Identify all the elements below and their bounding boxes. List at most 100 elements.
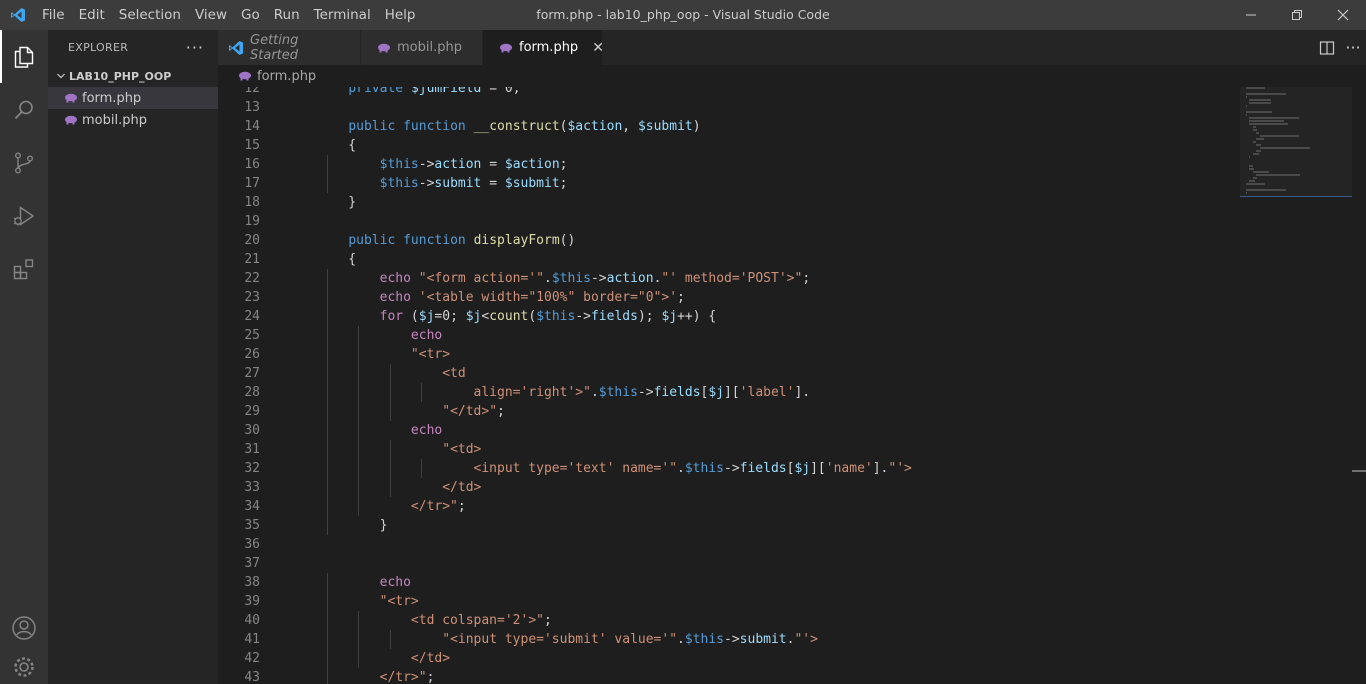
code-line: 27 <td xyxy=(218,364,912,383)
menu-go[interactable]: Go xyxy=(234,0,267,30)
line-number: 41 xyxy=(244,632,260,647)
file-item-mobil-php[interactable]: mobil.php xyxy=(48,109,218,131)
code-text: public function displayForm() xyxy=(348,233,576,248)
folder-lab10-php-oop[interactable]: LAB10_PHP_OOP xyxy=(48,65,218,87)
restore-button[interactable] xyxy=(1274,0,1320,30)
line-number: 14 xyxy=(244,119,260,134)
code-line: 31 "<td> xyxy=(218,440,912,459)
minimap-slider[interactable] xyxy=(1240,87,1352,197)
line-number: 43 xyxy=(244,670,260,684)
menu-view[interactable]: View xyxy=(188,0,234,30)
code-text: <td colspan='2'>"; xyxy=(317,611,552,630)
tab-mobil-php[interactable]: mobil.php xyxy=(361,30,483,65)
menu-terminal[interactable]: Terminal xyxy=(307,0,378,30)
code-text: { xyxy=(317,138,357,153)
breadcrumb-file[interactable]: form.php xyxy=(257,69,316,84)
title-bar: File Edit Selection View Go Run Terminal… xyxy=(0,0,1366,30)
split-editor-button[interactable] xyxy=(1314,40,1340,56)
folder-label: LAB10_PHP_OOP xyxy=(69,69,172,83)
tab-label: Getting Started xyxy=(250,32,299,63)
code-text: </tr>"; xyxy=(317,497,466,516)
more-actions-icon[interactable]: ··· xyxy=(1340,38,1366,57)
code-line: 25 echo xyxy=(218,326,912,345)
run-debug-activity[interactable] xyxy=(0,189,48,242)
code-text: private $jumField = 0; xyxy=(348,87,521,96)
line-number: 28 xyxy=(244,385,260,400)
line-number: 24 xyxy=(244,309,260,324)
code-line: 29 "</td>"; xyxy=(218,402,912,421)
close-tab-icon[interactable]: ✕ xyxy=(592,40,604,56)
source-control-activity[interactable] xyxy=(0,136,48,189)
close-icon xyxy=(1337,9,1349,21)
code-line: 33 </td> xyxy=(218,478,912,497)
menu-edit[interactable]: Edit xyxy=(72,0,112,30)
restore-icon xyxy=(1292,10,1302,20)
window-controls xyxy=(1228,0,1366,30)
activity-bar xyxy=(0,30,48,684)
code-text: <td xyxy=(317,364,466,383)
accounts-activity[interactable] xyxy=(0,601,48,654)
tab-getting-started[interactable]: Getting Started xyxy=(218,30,361,65)
activity-bar-bottom xyxy=(0,601,48,684)
menu-run[interactable]: Run xyxy=(267,0,307,30)
tab-form-php[interactable]: form.php ✕ xyxy=(483,30,604,65)
code-line: 38 echo xyxy=(218,573,912,592)
code-lines: 12 private $jumField = 0; 13 14 public fun… xyxy=(218,87,912,684)
code-text: </td> xyxy=(317,478,482,497)
explorer-activity[interactable] xyxy=(0,30,48,83)
code-editor[interactable]: 12 private $jumField = 0; 13 14 public fun… xyxy=(218,87,1366,684)
minimize-button[interactable] xyxy=(1228,0,1274,30)
code-line: 18 } xyxy=(218,193,912,212)
file-item-form-php[interactable]: form.php xyxy=(48,87,218,109)
code-text: "<tr> xyxy=(260,345,450,364)
menu-bar: File Edit Selection View Go Run Terminal… xyxy=(35,0,422,30)
code-text: } xyxy=(317,516,388,535)
code-line: 43 </tr>"; xyxy=(218,668,912,684)
code-text: echo xyxy=(260,326,442,345)
line-number: 27 xyxy=(244,366,260,381)
more-actions-icon[interactable]: ··· xyxy=(186,38,204,57)
code-text: align='right'>".$this->fields[$j]['label… xyxy=(317,383,811,402)
vscode-logo-icon xyxy=(228,40,244,56)
line-number: 36 xyxy=(244,537,260,552)
manage-activity[interactable] xyxy=(0,654,48,684)
code-text: echo xyxy=(260,421,442,440)
menu-selection[interactable]: Selection xyxy=(112,0,188,30)
code-text: </tr>"; xyxy=(260,668,434,684)
line-number: 31 xyxy=(244,442,260,457)
tab-label: mobil.php xyxy=(397,40,462,55)
line-number: 40 xyxy=(244,613,260,628)
files-icon xyxy=(14,46,34,68)
editor-actions: ··· xyxy=(1314,30,1366,65)
code-text: for ($j=0; $j<count($this->fields); $j++… xyxy=(260,307,716,326)
code-text: $this->submit = $submit; xyxy=(260,174,568,193)
code-line: 36 xyxy=(218,535,912,554)
code-line: 23 echo '<table width="100%" border="0">… xyxy=(218,288,912,307)
line-number: 33 xyxy=(244,480,260,495)
line-number: 12 xyxy=(244,87,260,96)
line-number: 19 xyxy=(244,214,260,229)
code-text: "</td>"; xyxy=(260,402,505,421)
extensions-activity[interactable] xyxy=(0,242,48,295)
split-editor-icon xyxy=(1319,40,1335,55)
php-elephant-icon xyxy=(64,115,78,125)
vscode-logo-icon xyxy=(0,0,35,30)
search-activity[interactable] xyxy=(0,83,48,136)
code-line: 15 { xyxy=(218,136,912,155)
file-label: form.php xyxy=(82,90,142,106)
close-window-button[interactable] xyxy=(1320,0,1366,30)
menu-file[interactable]: File xyxy=(35,0,72,30)
source-control-icon xyxy=(15,152,33,174)
menu-help[interactable]: Help xyxy=(378,0,423,30)
line-number: 29 xyxy=(244,404,260,419)
code-line: 28 align='right'>".$this->fields[$j]['la… xyxy=(218,383,912,402)
breadcrumb: form.php xyxy=(218,65,1366,87)
code-text: public function __construct($action, $su… xyxy=(348,119,701,134)
line-number: 39 xyxy=(244,594,260,609)
line-number: 21 xyxy=(244,252,260,267)
code-text: "<input type='submit' value='".$this->su… xyxy=(260,630,818,649)
line-number: 42 xyxy=(244,651,260,666)
